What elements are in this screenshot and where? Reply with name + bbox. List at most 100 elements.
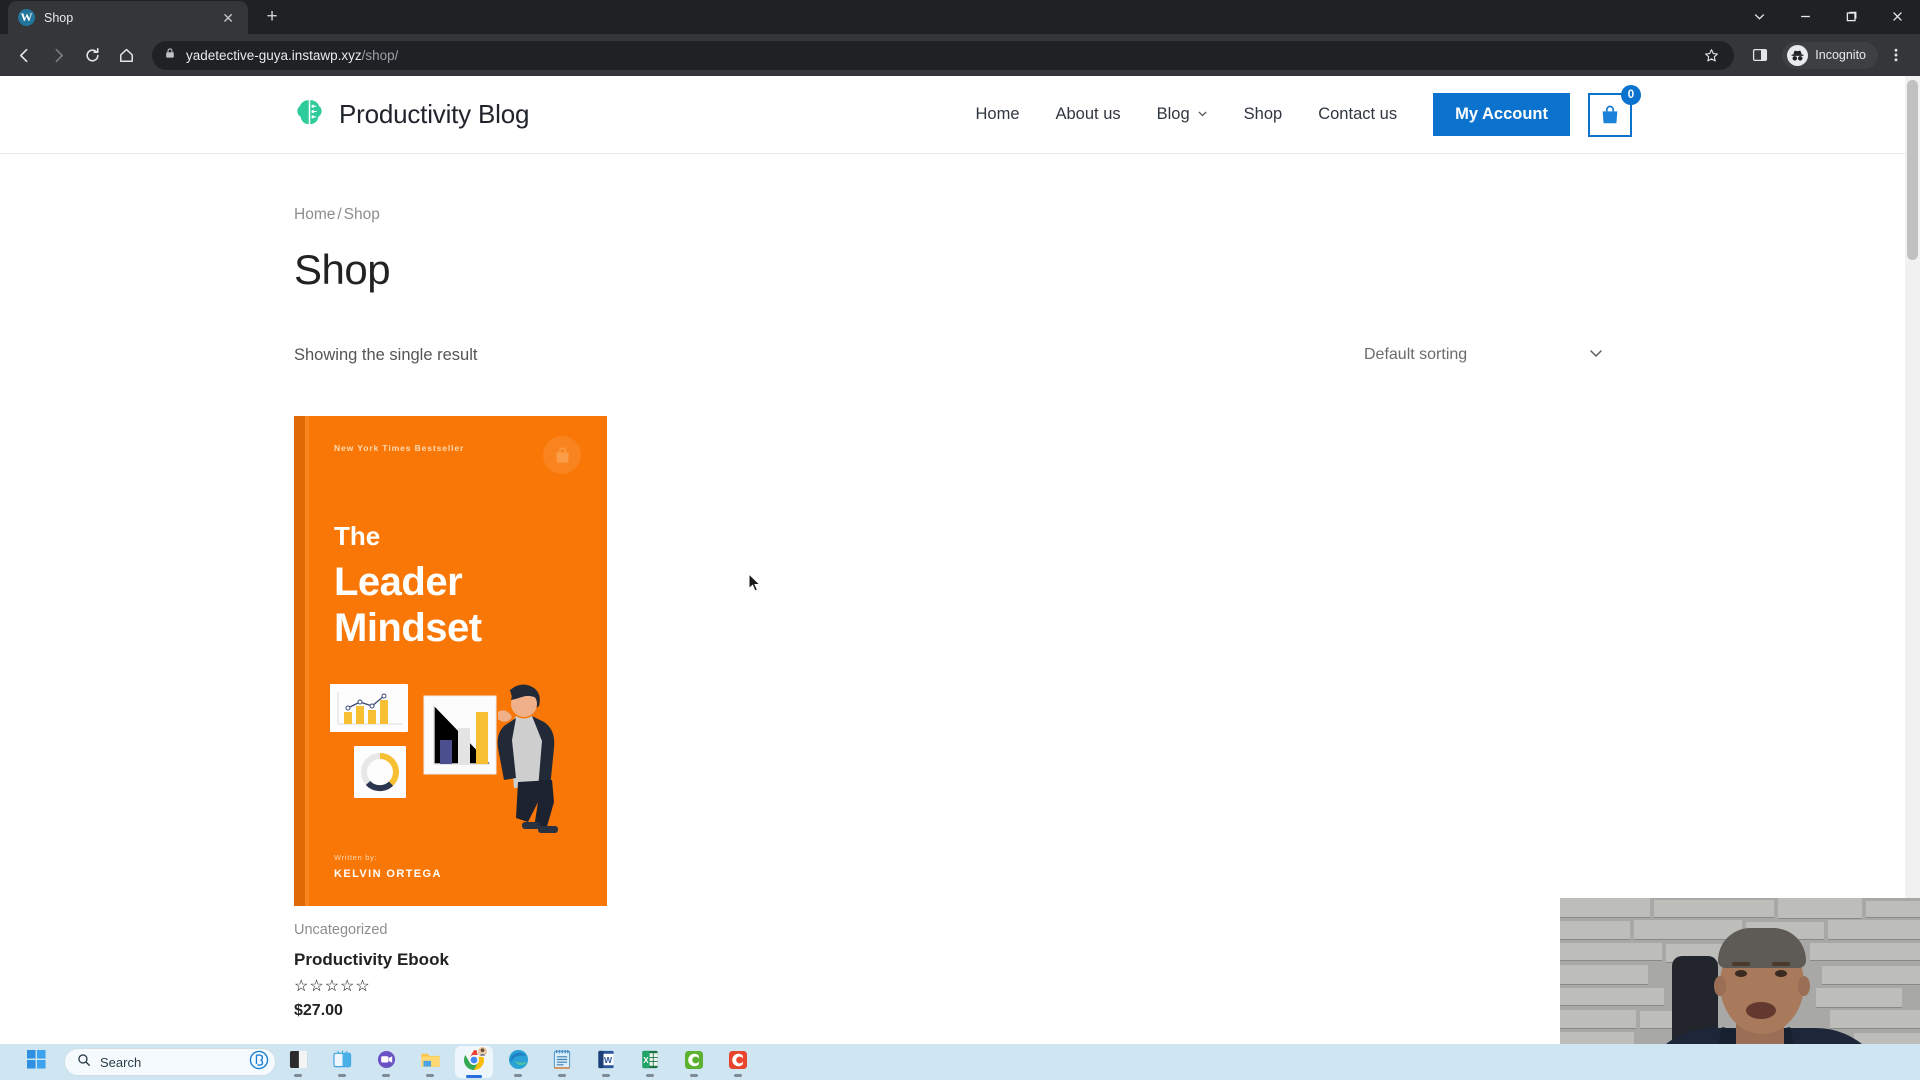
nav-item-home[interactable]: Home: [957, 105, 1037, 124]
taskbar-indicator: [382, 1074, 390, 1077]
person-mouth: [1746, 1002, 1776, 1019]
windows-start-icon[interactable]: [14, 1044, 58, 1080]
result-count: Showing the single result: [294, 345, 478, 364]
edge-icon[interactable]: [496, 1044, 540, 1080]
nav-item-contact-us[interactable]: Contact us: [1300, 105, 1415, 124]
home-icon[interactable]: [110, 39, 142, 71]
address-bar[interactable]: yadetective-guya.instawp.xyz/shop/: [152, 40, 1735, 70]
nav-item-shop[interactable]: Shop: [1226, 105, 1301, 124]
file-explorer-icon[interactable]: [408, 1044, 452, 1080]
search-input[interactable]: Search: [64, 1048, 276, 1076]
star-icon[interactable]: [1700, 44, 1722, 66]
three-dot-menu-icon[interactable]: [1880, 39, 1912, 71]
svg-text:W: W: [604, 1055, 613, 1065]
book-spine: [294, 416, 309, 906]
brand-name: Productivity Blog: [339, 99, 530, 129]
page-title: Shop: [294, 246, 391, 293]
chevron-down-icon: [1197, 108, 1208, 122]
site-logo[interactable]: Productivity Blog: [294, 97, 529, 133]
site-header: Productivity Blog Home About us Blog Sho…: [0, 76, 1920, 154]
nav-item-about-us[interactable]: About us: [1038, 105, 1139, 124]
shop-toolbar: Showing the single result Default sortin…: [294, 338, 1604, 372]
incognito-label: Incognito: [1815, 48, 1866, 62]
cover-line-the: The: [334, 521, 381, 551]
breadcrumb: Home / Shop: [294, 154, 1920, 224]
tab-title: Shop: [44, 10, 74, 25]
new-tab-button[interactable]: +: [258, 3, 286, 31]
forward-icon[interactable]: [42, 39, 74, 71]
product-image[interactable]: New York Times Bestseller The Leader Min…: [294, 416, 607, 906]
nav-label: Contact us: [1318, 105, 1398, 123]
person-eye-left: [1735, 970, 1747, 977]
taskbar-indicator: [338, 1074, 346, 1077]
address-path: /shop/: [361, 47, 399, 63]
tab-strip: W Shop ✕ +: [0, 0, 1920, 34]
star-icon: ☆: [324, 978, 340, 995]
window-controls: [1736, 0, 1920, 33]
reload-icon[interactable]: [76, 39, 108, 71]
person-ear-left: [1714, 976, 1726, 996]
task-view-icon[interactable]: [320, 1044, 364, 1080]
person-brow-right: [1772, 962, 1790, 966]
copilot-icon[interactable]: [249, 1050, 269, 1075]
windows-taskbar: Search W X: [0, 1044, 1920, 1080]
cover-line-leader: Leader: [334, 560, 463, 604]
webcam-overlay: [1560, 898, 1920, 1044]
back-icon[interactable]: [8, 39, 40, 71]
nav-item-blog[interactable]: Blog: [1139, 105, 1226, 124]
star-icon: ☆: [340, 978, 355, 995]
sorting-select[interactable]: Default sorting: [1364, 338, 1604, 372]
chevron-down-icon: [1588, 345, 1604, 366]
bag-watermark-icon: [543, 436, 581, 474]
address-text: yadetective-guya.instawp.xyz/shop/: [186, 48, 398, 63]
nav-label: Shop: [1243, 105, 1283, 123]
side-panel-icon[interactable]: [1744, 39, 1776, 71]
taskbar-indicator: [294, 1074, 302, 1077]
cover-author: KELVIN ORTEGA: [334, 868, 442, 880]
search-placeholder: Search: [100, 1054, 142, 1070]
breadcrumb-current: Shop: [343, 206, 380, 223]
camtasia-icon[interactable]: [672, 1044, 716, 1080]
breadcrumb-separator: /: [337, 206, 342, 223]
page-content: Home / Shop Shop Showing the single result…: [0, 154, 1920, 1020]
bestseller-label: New York Times Bestseller: [334, 443, 465, 453]
browser-tab-shop[interactable]: W Shop ✕: [8, 1, 248, 34]
my-account-button[interactable]: My Account: [1433, 93, 1570, 136]
star-icon: ☆: [355, 978, 370, 995]
person-brow-left: [1732, 962, 1750, 966]
nav-label: Home: [975, 105, 1020, 123]
chrome-icon[interactable]: [452, 1044, 496, 1080]
maximize-icon[interactable]: [1828, 0, 1874, 33]
excel-icon[interactable]: X: [628, 1044, 672, 1080]
chevron-down-icon[interactable]: [1736, 0, 1782, 33]
address-domain: yadetective-guya.instawp.xyz: [186, 47, 362, 63]
star-icon: ☆: [294, 978, 309, 995]
teams-icon[interactable]: [364, 1044, 408, 1080]
wordpress-icon: W: [18, 9, 35, 26]
incognito-badge[interactable]: Incognito: [1782, 41, 1878, 69]
scrollbar-thumb[interactable]: [1907, 80, 1918, 260]
close-icon[interactable]: [1874, 0, 1920, 33]
word-icon[interactable]: W: [584, 1044, 628, 1080]
close-icon[interactable]: ✕: [218, 9, 238, 27]
product-rating[interactable]: ☆ ☆ ☆ ☆ ☆: [294, 976, 607, 996]
widgets-icon[interactable]: [276, 1044, 320, 1080]
brain-logo-icon: [294, 97, 325, 133]
nav-label: Blog: [1156, 105, 1190, 123]
product-category[interactable]: Uncategorized: [294, 922, 607, 938]
nav-label: About us: [1055, 105, 1121, 123]
product-title[interactable]: Productivity Ebook: [294, 950, 607, 970]
person-ear-right: [1798, 976, 1810, 996]
minimize-icon[interactable]: [1782, 0, 1828, 33]
product-card[interactable]: New York Times Bestseller The Leader Min…: [294, 416, 607, 1020]
page-viewport: Productivity Blog Home About us Blog Sho…: [0, 76, 1920, 1044]
breadcrumb-home[interactable]: Home: [294, 206, 335, 223]
browser-toolbar: yadetective-guya.instawp.xyz/shop/ Incog…: [0, 34, 1920, 76]
search-icon: [77, 1053, 91, 1072]
incognito-icon: [1787, 44, 1809, 66]
camtasia-studio-icon[interactable]: [716, 1044, 760, 1080]
cart-button[interactable]: 0: [1588, 84, 1641, 137]
notepad-icon[interactable]: [540, 1044, 584, 1080]
svg-text:X: X: [643, 1056, 649, 1065]
lock-icon: [164, 46, 176, 64]
